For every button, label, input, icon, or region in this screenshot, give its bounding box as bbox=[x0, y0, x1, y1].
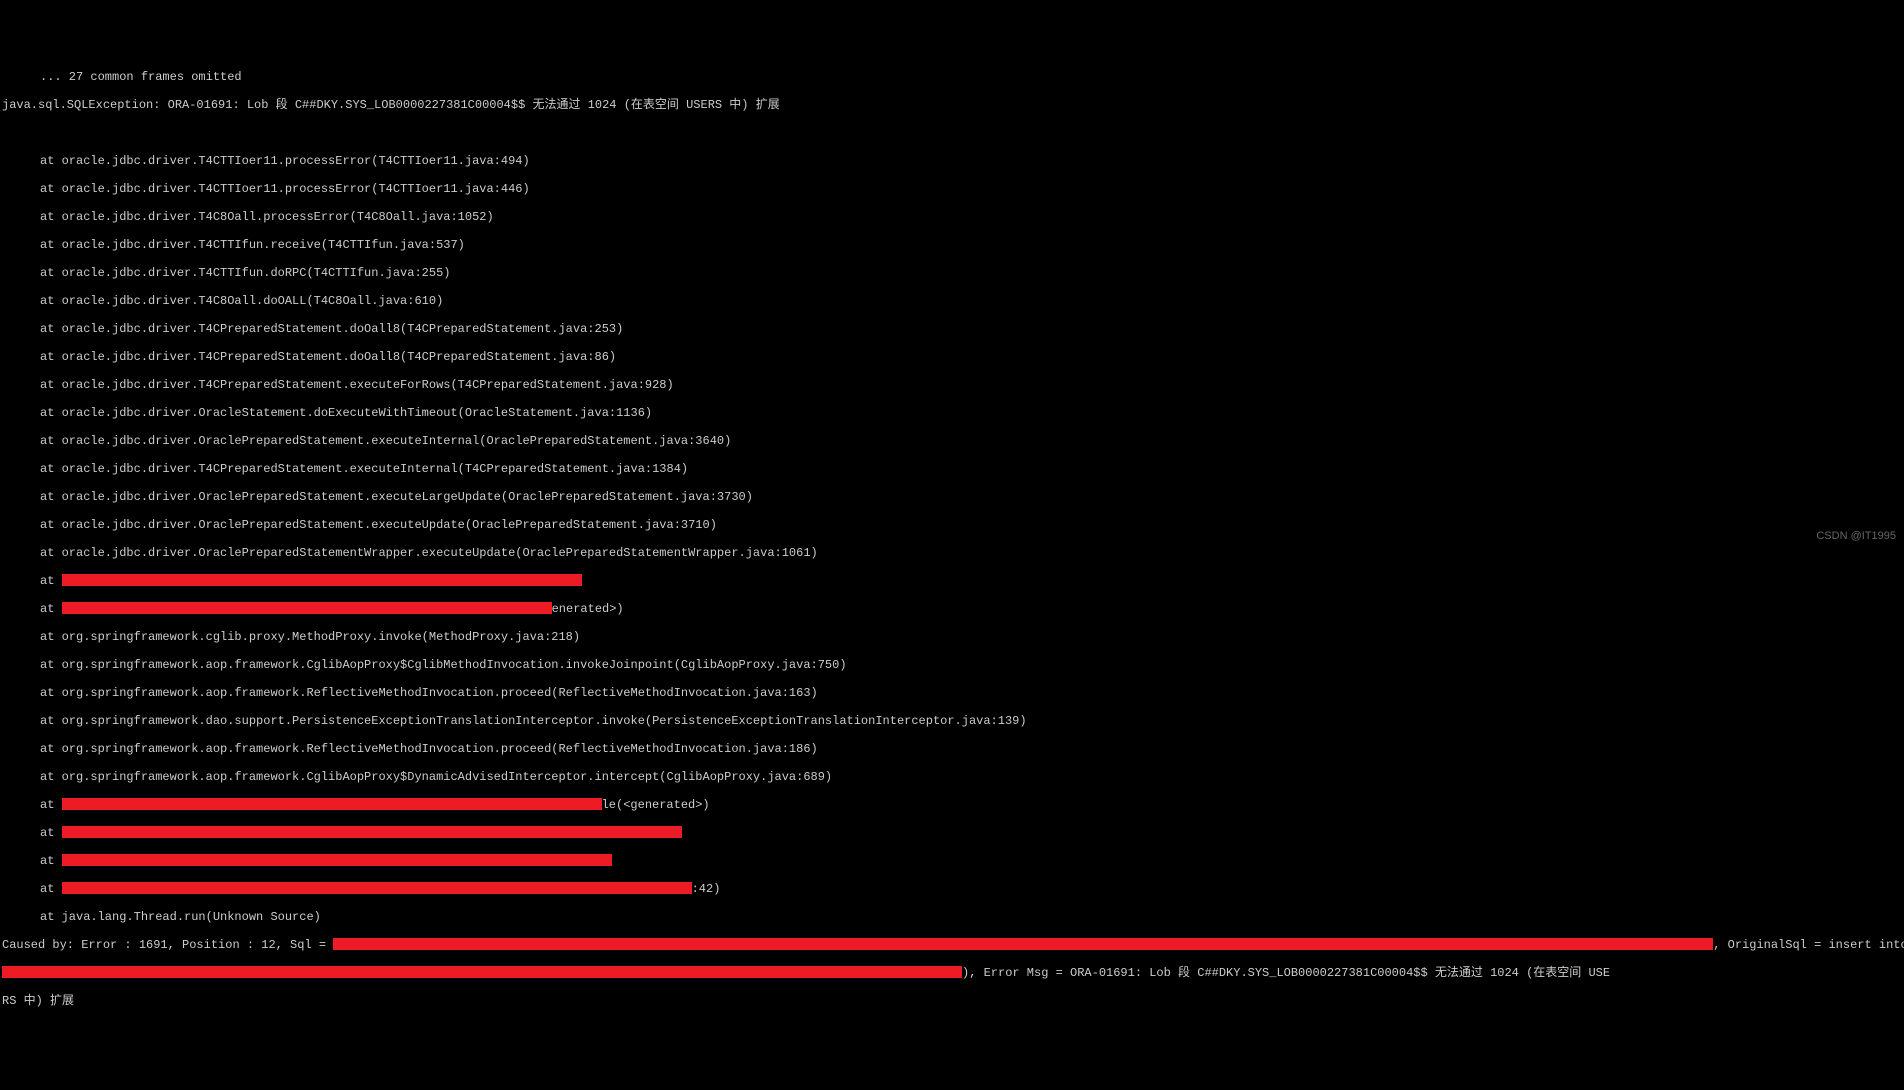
log-line-redacted: at :42) bbox=[0, 882, 1904, 896]
log-line: at oracle.jdbc.driver.T4CPreparedStateme… bbox=[0, 462, 1904, 476]
watermark: CSDN @IT1995 bbox=[1816, 529, 1896, 543]
log-line: at oracle.jdbc.driver.T4CTTIfun.doRPC(T4… bbox=[0, 266, 1904, 280]
log-line: at oracle.jdbc.driver.OracleStatement.do… bbox=[0, 406, 1904, 420]
log-line: at oracle.jdbc.driver.OraclePreparedStat… bbox=[0, 434, 1904, 448]
log-line: at org.springframework.aop.framework.Ref… bbox=[0, 742, 1904, 756]
log-line: java.sql.SQLException: ORA-01691: Lob 段 … bbox=[0, 98, 1904, 112]
log-line: at oracle.jdbc.driver.OraclePreparedStat… bbox=[0, 518, 1904, 532]
log-line: at oracle.jdbc.driver.T4CTTIoer11.proces… bbox=[0, 154, 1904, 168]
log-line: at oracle.jdbc.driver.T4C8Oall.processEr… bbox=[0, 210, 1904, 224]
at-prefix: at bbox=[40, 854, 62, 868]
at-prefix: at bbox=[40, 798, 62, 812]
log-suffix: :42) bbox=[692, 882, 721, 896]
log-line-redacted: at bbox=[0, 826, 1904, 840]
log-line: at org.springframework.aop.framework.Cgl… bbox=[0, 658, 1904, 672]
log-line: at oracle.jdbc.driver.OraclePreparedStat… bbox=[0, 546, 1904, 560]
log-suffix: le(<generated>) bbox=[602, 798, 710, 812]
at-prefix: at bbox=[40, 602, 62, 616]
log-line-redacted: at bbox=[0, 854, 1904, 868]
log-suffix: enerated>) bbox=[552, 602, 624, 616]
log-line: RS 中) 扩展 bbox=[0, 994, 1904, 1008]
log-line-redacted: Caused by: Error : 1691, Position : 12, … bbox=[0, 938, 1904, 952]
log-line-redacted: at le(<generated>) bbox=[0, 798, 1904, 812]
log-line: at java.lang.Thread.run(Unknown Source) bbox=[0, 910, 1904, 924]
log-line bbox=[0, 126, 1904, 140]
at-prefix: at bbox=[40, 826, 62, 840]
log-line: at oracle.jdbc.driver.OraclePreparedStat… bbox=[0, 490, 1904, 504]
log-line: at oracle.jdbc.driver.T4CPreparedStateme… bbox=[0, 322, 1904, 336]
at-prefix: at bbox=[40, 574, 62, 588]
redaction-block bbox=[62, 798, 602, 810]
at-prefix: at bbox=[40, 882, 62, 896]
log-line-redacted: at bbox=[0, 574, 1904, 588]
log-line: at oracle.jdbc.driver.T4CTTIoer11.proces… bbox=[0, 182, 1904, 196]
log-suffix: ), Error Msg = ORA-01691: Lob 段 C##DKY.S… bbox=[962, 966, 1610, 980]
log-line-redacted: at enerated>) bbox=[0, 602, 1904, 616]
log-line: at org.springframework.dao.support.Persi… bbox=[0, 714, 1904, 728]
redaction-block bbox=[333, 938, 1713, 950]
console-log-output: ... 27 common frames omitted java.sql.SQ… bbox=[0, 56, 1904, 1022]
log-line: at oracle.jdbc.driver.T4CPreparedStateme… bbox=[0, 378, 1904, 392]
redaction-block bbox=[62, 854, 612, 866]
redaction-block bbox=[2, 966, 962, 978]
log-line: at org.springframework.aop.framework.Ref… bbox=[0, 686, 1904, 700]
redaction-block bbox=[62, 602, 552, 614]
log-line: at oracle.jdbc.driver.T4CPreparedStateme… bbox=[0, 350, 1904, 364]
caused-by-prefix: Caused by: Error : 1691, Position : 12, … bbox=[2, 938, 333, 952]
redaction-block bbox=[62, 574, 582, 586]
log-line: at org.springframework.aop.framework.Cgl… bbox=[0, 770, 1904, 784]
log-suffix: , OriginalSql = insert into BJ bbox=[1713, 938, 1904, 952]
log-line: at oracle.jdbc.driver.T4C8Oall.doOALL(T4… bbox=[0, 294, 1904, 308]
log-line: at oracle.jdbc.driver.T4CTTIfun.receive(… bbox=[0, 238, 1904, 252]
log-line: at org.springframework.cglib.proxy.Metho… bbox=[0, 630, 1904, 644]
redaction-block bbox=[62, 882, 692, 894]
redaction-block bbox=[62, 826, 682, 838]
log-line-redacted: ), Error Msg = ORA-01691: Lob 段 C##DKY.S… bbox=[0, 966, 1904, 980]
log-line: ... 27 common frames omitted bbox=[0, 70, 1904, 84]
